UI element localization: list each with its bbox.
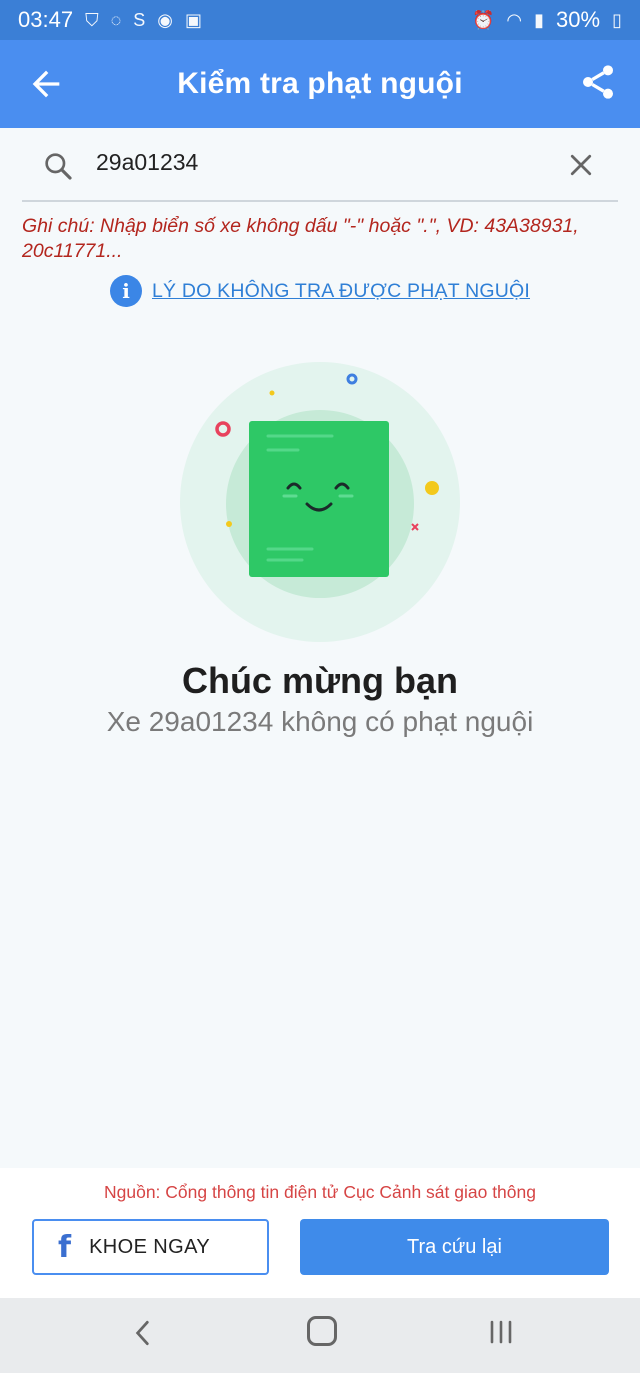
success-illustration: [180, 362, 460, 642]
result-message: Xe 29a01234 không có phạt nguội: [106, 706, 534, 737]
nav-home-icon[interactable]: [307, 1316, 337, 1346]
status-bar: 03:47 ⛉ ◌ S ◉ ▣ ⏰ ◠ ▮ 30% ▯: [0, 0, 640, 40]
page-title: Kiểm tra phạt nguội: [177, 67, 463, 100]
messenger-icon: ◌: [110, 9, 122, 30]
close-icon[interactable]: [566, 150, 596, 180]
signal-icon: ▮: [534, 9, 545, 30]
nav-recent-apps-icon[interactable]: [488, 1318, 514, 1346]
status-battery: 30%: [556, 7, 601, 32]
battery-icon: ▯: [612, 9, 622, 30]
wifi-icon: ◠: [506, 9, 523, 30]
s-app-icon: S: [133, 9, 146, 30]
alarm-icon: ⏰: [472, 9, 495, 30]
notification-30-icon: ◉: [157, 9, 173, 30]
nav-back-icon[interactable]: [130, 1318, 156, 1348]
system-nav-bar: [0, 1298, 640, 1373]
license-plate-input[interactable]: [96, 142, 536, 182]
search-icon: [45, 153, 72, 180]
status-time: 03:47: [18, 7, 74, 32]
footer: Nguồn: Cổng thông tin điện tử Cục Cảnh s…: [0, 1168, 640, 1298]
result-headline: Chúc mừng bạn: [181, 660, 459, 701]
status-right: ⏰ ◠ ▮ 30% ▯: [472, 7, 622, 33]
facebook-icon: f: [58, 1229, 72, 1265]
reason-link[interactable]: i LÝ DO KHÔNG TRA ĐƯỢC PHẠT NGUỘI: [110, 274, 530, 308]
share-icon[interactable]: [578, 62, 618, 102]
image-icon: ▣: [185, 9, 203, 30]
app-bar: Kiểm tra phạt nguội: [0, 40, 640, 128]
status-left: 03:47 ⛉ ◌ S ◉ ▣: [18, 7, 202, 33]
transformer-icon: ⛉: [85, 9, 99, 30]
info-icon: i: [110, 275, 142, 307]
search-again-button[interactable]: Tra cứu lại: [300, 1219, 609, 1275]
share-button-label: KHOE NGAY: [89, 1235, 211, 1258]
reason-link-label: LÝ DO KHÔNG TRA ĐƯỢC PHẠT NGUỘI: [152, 279, 530, 302]
share-facebook-button[interactable]: f KHOE NGAY: [32, 1219, 269, 1275]
search-bar: [22, 128, 618, 202]
source-text: Nguồn: Cổng thông tin điện tử Cục Cảnh s…: [103, 1182, 536, 1202]
arrow-left-icon[interactable]: [26, 64, 66, 104]
input-note: Ghi chú: Nhập biển số xe không dấu "-" h…: [22, 215, 579, 262]
